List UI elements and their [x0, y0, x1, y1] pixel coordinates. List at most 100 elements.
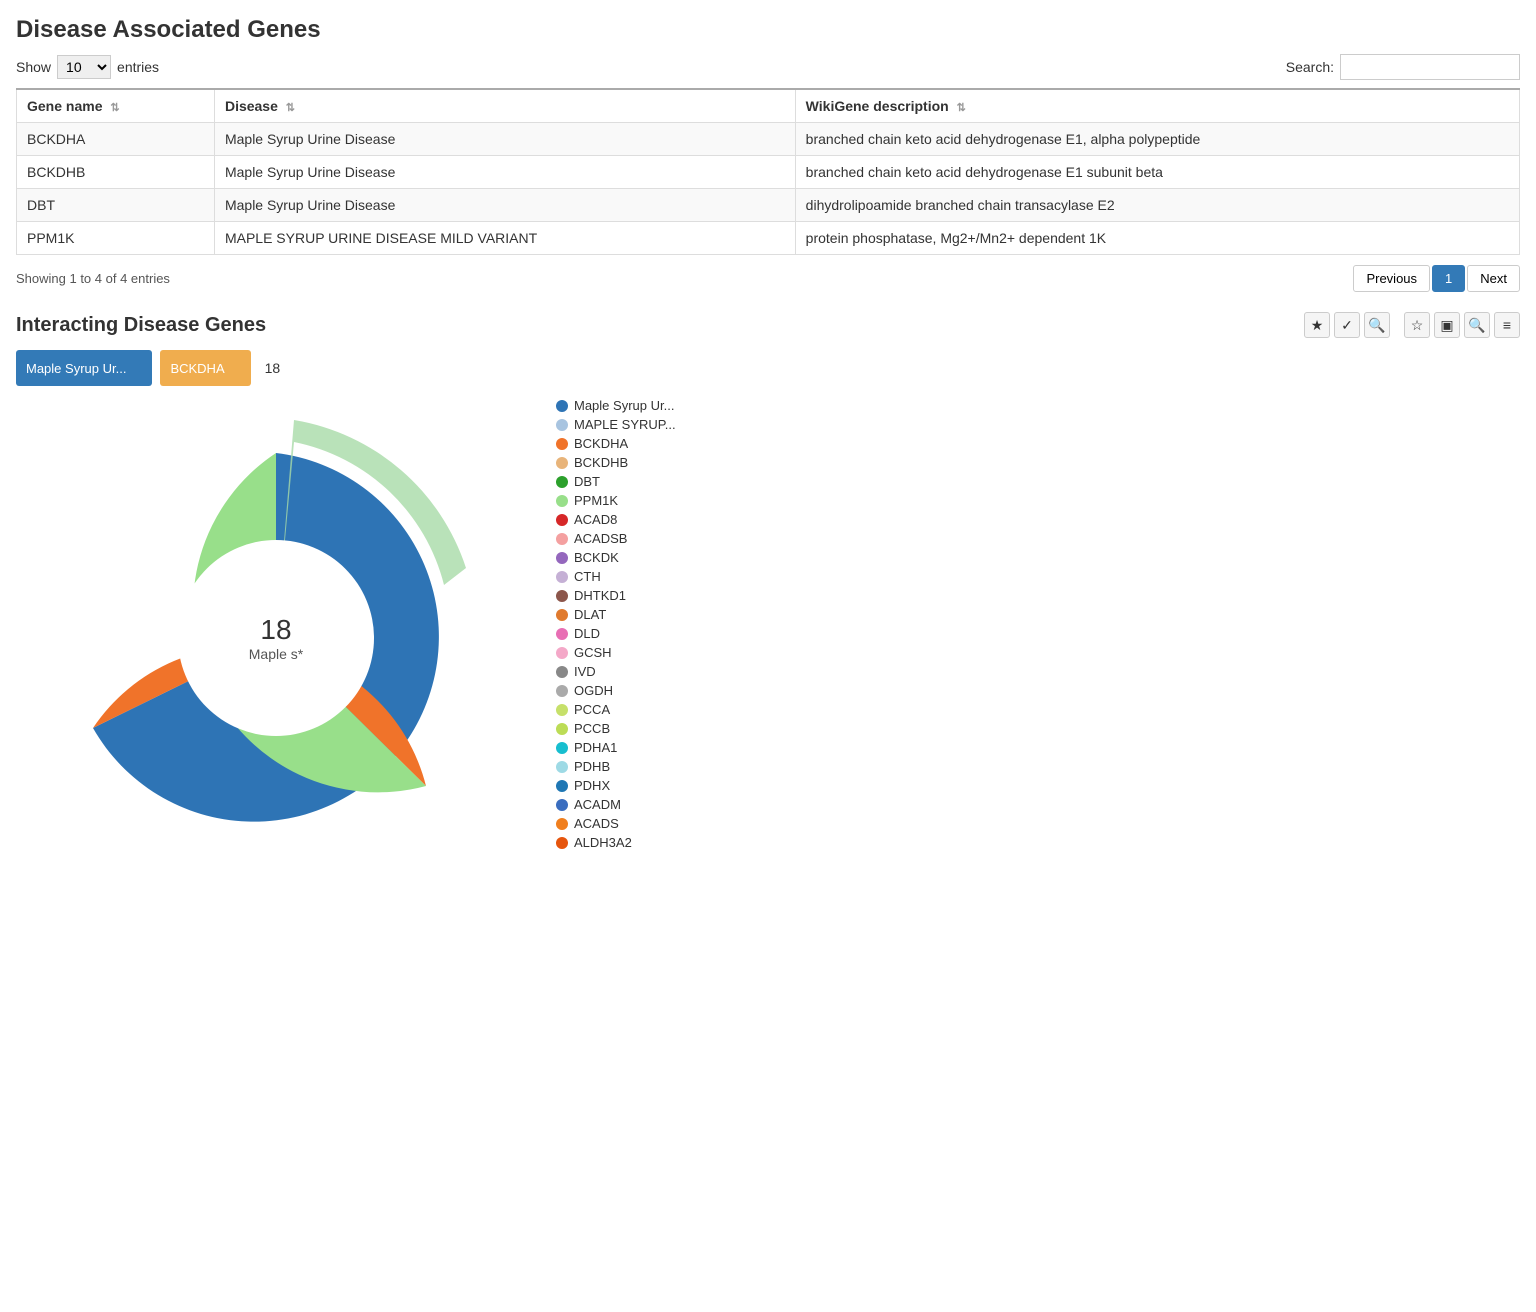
legend-label: PPM1K: [574, 493, 618, 508]
cell-gene: BCKDHA: [17, 123, 215, 156]
legend-dot: [556, 799, 568, 811]
legend-label: BCKDK: [574, 550, 619, 565]
legend-label: ACADM: [574, 797, 621, 812]
donut-chart-container: 18 Maple s*: [16, 398, 536, 878]
breadcrumb-gene[interactable]: BCKDHA: [160, 350, 250, 386]
legend-dot: [556, 457, 568, 469]
next-button[interactable]: Next: [1467, 265, 1520, 292]
toolbar-grid-btn[interactable]: ▣: [1434, 312, 1460, 338]
show-entries: Show 10 25 50 100 entries: [16, 55, 159, 79]
page-1-button[interactable]: 1: [1432, 265, 1465, 292]
legend-item[interactable]: DLD: [556, 626, 1520, 641]
chart-area: 18 Maple s* Maple Syrup Ur... MAPLE SYRU…: [16, 398, 1520, 878]
legend-item[interactable]: CTH: [556, 569, 1520, 584]
legend-item[interactable]: PCCA: [556, 702, 1520, 717]
cell-gene: PPM1K: [17, 222, 215, 255]
legend-label: PDHB: [574, 759, 610, 774]
toolbar-zoom-btn[interactable]: 🔍: [1464, 312, 1490, 338]
pagination-row: Showing 1 to 4 of 4 entries Previous 1 N…: [16, 265, 1520, 292]
cell-description: dihydrolipoamide branched chain transacy…: [795, 189, 1519, 222]
legend-dot: [556, 837, 568, 849]
legend-label: ACAD8: [574, 512, 617, 527]
legend-dot: [556, 723, 568, 735]
col-description[interactable]: WikiGene description ⇅: [795, 89, 1519, 123]
legend-label: BCKDHA: [574, 436, 628, 451]
table-row: BCKDHA Maple Syrup Urine Disease branche…: [17, 123, 1520, 156]
legend-label: ACADS: [574, 816, 619, 831]
legend-dot: [556, 552, 568, 564]
toolbar-menu-btn[interactable]: ≡: [1494, 312, 1520, 338]
legend-item[interactable]: IVD: [556, 664, 1520, 679]
legend-item[interactable]: OGDH: [556, 683, 1520, 698]
previous-button[interactable]: Previous: [1353, 265, 1430, 292]
legend-label: PDHX: [574, 778, 610, 793]
legend-label: OGDH: [574, 683, 613, 698]
legend-dot: [556, 666, 568, 678]
legend-item[interactable]: ALDH3A2: [556, 835, 1520, 850]
legend-label: IVD: [574, 664, 596, 679]
legend-item[interactable]: BCKDHA: [556, 436, 1520, 451]
chart-toolbar: ★ ✓ 🔍 ☆ ▣ 🔍 ≡: [1304, 312, 1520, 338]
legend-item[interactable]: DBT: [556, 474, 1520, 489]
cell-disease: Maple Syrup Urine Disease: [214, 123, 795, 156]
search-box: Search:: [1286, 54, 1520, 80]
entries-select[interactable]: 10 25 50 100: [57, 55, 111, 79]
legend-item[interactable]: BCKDK: [556, 550, 1520, 565]
legend-dot: [556, 609, 568, 621]
entries-suffix: entries: [117, 59, 159, 75]
table-row: PPM1K MAPLE SYRUP URINE DISEASE MILD VAR…: [17, 222, 1520, 255]
cell-description: branched chain keto acid dehydrogenase E…: [795, 156, 1519, 189]
legend-dot: [556, 514, 568, 526]
breadcrumb-row: Maple Syrup Ur... BCKDHA 18: [16, 350, 1520, 386]
legend-item[interactable]: ACADM: [556, 797, 1520, 812]
col-disease[interactable]: Disease ⇅: [214, 89, 795, 123]
legend-item[interactable]: PCCB: [556, 721, 1520, 736]
legend-dot: [556, 495, 568, 507]
toolbar-check-btn[interactable]: ✓: [1334, 312, 1360, 338]
legend-item[interactable]: MAPLE SYRUP...: [556, 417, 1520, 432]
legend-item[interactable]: ACADSB: [556, 531, 1520, 546]
legend-dot: [556, 818, 568, 830]
legend-label: DHTKD1: [574, 588, 626, 603]
page-title: Disease Associated Genes: [16, 16, 1520, 44]
interacting-title: Interacting Disease Genes: [16, 314, 266, 337]
toolbar-star-btn[interactable]: ★: [1304, 312, 1330, 338]
legend-item[interactable]: GCSH: [556, 645, 1520, 660]
toolbar-search-btn[interactable]: 🔍: [1364, 312, 1390, 338]
breadcrumb-count: 18: [265, 360, 281, 376]
data-table: Gene name ⇅ Disease ⇅ WikiGene descripti…: [16, 88, 1520, 255]
legend-item[interactable]: PDHB: [556, 759, 1520, 774]
legend-dot: [556, 628, 568, 640]
legend-item[interactable]: PPM1K: [556, 493, 1520, 508]
legend-item[interactable]: Maple Syrup Ur...: [556, 398, 1520, 413]
legend-label: DBT: [574, 474, 600, 489]
donut-center-label: Maple s*: [249, 646, 303, 662]
legend-dot: [556, 571, 568, 583]
pagination-buttons: Previous 1 Next: [1353, 265, 1520, 292]
legend-dot: [556, 685, 568, 697]
legend-item[interactable]: DLAT: [556, 607, 1520, 622]
showing-text: Showing 1 to 4 of 4 entries: [16, 271, 170, 286]
legend-item[interactable]: PDHA1: [556, 740, 1520, 755]
search-input[interactable]: [1340, 54, 1520, 80]
legend-label: MAPLE SYRUP...: [574, 417, 676, 432]
breadcrumb-disease[interactable]: Maple Syrup Ur...: [16, 350, 152, 386]
legend-item[interactable]: DHTKD1: [556, 588, 1520, 603]
col-gene-name[interactable]: Gene name ⇅: [17, 89, 215, 123]
legend-item[interactable]: ACAD8: [556, 512, 1520, 527]
toolbar-star-outline-btn[interactable]: ☆: [1404, 312, 1430, 338]
legend-dot: [556, 742, 568, 754]
legend-dot: [556, 704, 568, 716]
legend-item[interactable]: PDHX: [556, 778, 1520, 793]
table-row: DBT Maple Syrup Urine Disease dihydrolip…: [17, 189, 1520, 222]
legend-label: DLAT: [574, 607, 606, 622]
legend-item[interactable]: ACADS: [556, 816, 1520, 831]
legend-label: BCKDHB: [574, 455, 628, 470]
cell-gene: DBT: [17, 189, 215, 222]
legend-label: DLD: [574, 626, 600, 641]
legend-label: ACADSB: [574, 531, 627, 546]
legend-item[interactable]: BCKDHB: [556, 455, 1520, 470]
cell-disease: Maple Syrup Urine Disease: [214, 156, 795, 189]
table-controls: Show 10 25 50 100 entries Search:: [16, 54, 1520, 80]
legend-label: PCCB: [574, 721, 610, 736]
